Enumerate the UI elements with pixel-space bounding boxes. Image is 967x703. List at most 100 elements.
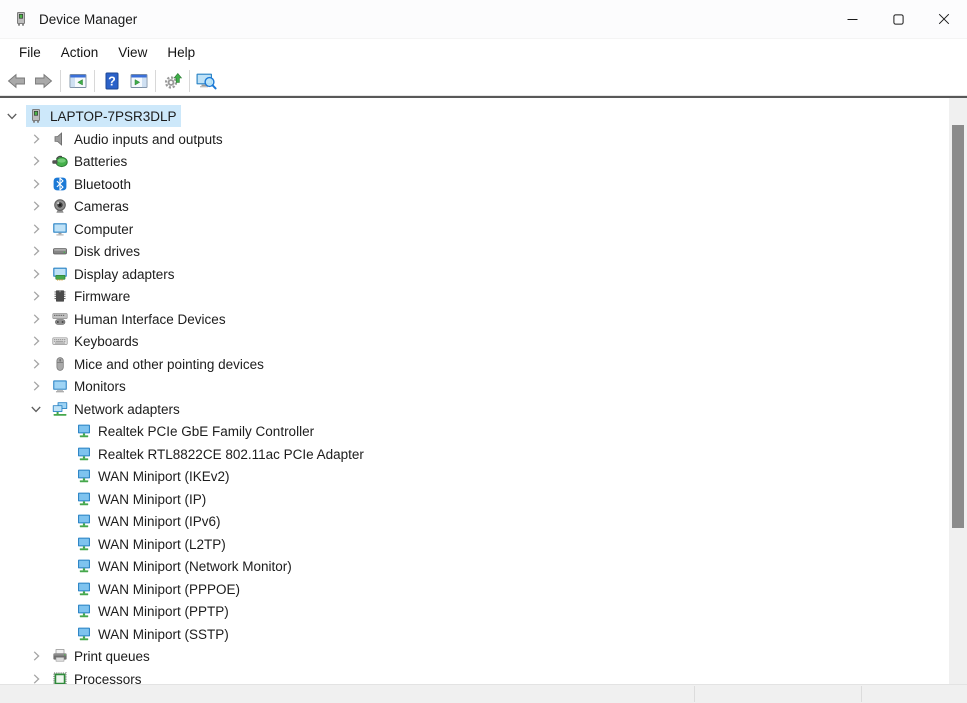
chevron-right-icon[interactable] bbox=[28, 243, 44, 259]
network-adapter-icon bbox=[76, 513, 92, 529]
tree-item-wan-miniport-network-monitor[interactable]: WAN Miniport (Network Monitor) bbox=[0, 555, 949, 578]
item-body: Realtek RTL8822CE 802.11ac PCIe Adapter bbox=[74, 443, 368, 465]
chevron-down-icon[interactable] bbox=[28, 401, 44, 417]
tree-item-label: Processors bbox=[74, 671, 142, 684]
menu-view[interactable]: View bbox=[108, 41, 157, 64]
tree-item-cameras[interactable]: Cameras bbox=[0, 195, 949, 218]
tree-item-wan-miniport-l2tp[interactable]: WAN Miniport (L2TP) bbox=[0, 533, 949, 556]
search-computer-button[interactable] bbox=[193, 68, 220, 94]
tree-item-wan-miniport-ipv6[interactable]: WAN Miniport (IPv6) bbox=[0, 510, 949, 533]
strip-divider bbox=[861, 686, 862, 702]
tree-item-firmware[interactable]: Firmware bbox=[0, 285, 949, 308]
gear-scan-icon bbox=[163, 71, 183, 91]
tree-item-human-interface-devices[interactable]: Human Interface Devices bbox=[0, 308, 949, 331]
tree-item-processors[interactable]: Processors bbox=[0, 668, 949, 685]
tree-item-label: WAN Miniport (IPv6) bbox=[98, 513, 221, 529]
tree-item-audio-inputs-and-outputs[interactable]: Audio inputs and outputs bbox=[0, 128, 949, 151]
close-button[interactable] bbox=[921, 0, 967, 38]
action-pane-window-icon bbox=[129, 71, 149, 91]
tree-item-batteries[interactable]: Batteries bbox=[0, 150, 949, 173]
svg-text:?: ? bbox=[108, 74, 116, 88]
tree-item-wan-miniport-sstp[interactable]: WAN Miniport (SSTP) bbox=[0, 623, 949, 646]
hid-icon bbox=[52, 311, 68, 327]
chevron-placeholder bbox=[52, 603, 68, 619]
network-adapter-icon bbox=[76, 446, 92, 462]
menu-help[interactable]: Help bbox=[157, 41, 205, 64]
tree-item-computer[interactable]: Computer bbox=[0, 218, 949, 241]
tree-item-wan-miniport-ip[interactable]: WAN Miniport (IP) bbox=[0, 488, 949, 511]
tree-item-display-adapters[interactable]: Display adapters bbox=[0, 263, 949, 286]
tree-item-label: Audio inputs and outputs bbox=[74, 131, 223, 147]
toolbar-separator bbox=[60, 70, 61, 92]
menu-file[interactable]: File bbox=[9, 41, 51, 64]
tree-item-wan-miniport-pptp[interactable]: WAN Miniport (PPTP) bbox=[0, 600, 949, 623]
show-action-pane-button[interactable] bbox=[125, 68, 152, 94]
item-body: WAN Miniport (L2TP) bbox=[74, 533, 230, 555]
processor-icon bbox=[52, 671, 68, 684]
tree-item-label: WAN Miniport (IP) bbox=[98, 491, 206, 507]
forward-button[interactable] bbox=[30, 68, 57, 94]
back-button[interactable] bbox=[3, 68, 30, 94]
chevron-right-icon[interactable] bbox=[28, 671, 44, 684]
tree-item-bluetooth[interactable]: Bluetooth bbox=[0, 173, 949, 196]
network-adapter-icon bbox=[76, 468, 92, 484]
tree-item-label: Print queues bbox=[74, 648, 150, 664]
item-body: WAN Miniport (IKEv2) bbox=[74, 465, 234, 487]
selected-item-highlight: LAPTOP-7PSR3DLP bbox=[26, 105, 181, 127]
chevron-right-icon[interactable] bbox=[28, 221, 44, 237]
tree-item-disk-drives[interactable]: Disk drives bbox=[0, 240, 949, 263]
tree-item-laptop-7psr3dlp[interactable]: LAPTOP-7PSR3DLP bbox=[0, 105, 949, 128]
bottom-strip bbox=[0, 684, 967, 703]
chevron-right-icon[interactable] bbox=[28, 288, 44, 304]
menu-action[interactable]: Action bbox=[51, 41, 109, 64]
show-console-tree-button[interactable] bbox=[64, 68, 91, 94]
mouse-icon bbox=[52, 356, 68, 372]
item-body: Batteries bbox=[50, 150, 131, 172]
scan-for-hardware-changes-button[interactable] bbox=[159, 68, 186, 94]
tree-item-mice-and-other-pointing-devices[interactable]: Mice and other pointing devices bbox=[0, 353, 949, 376]
vertical-scrollbar[interactable] bbox=[949, 98, 967, 684]
item-body: WAN Miniport (Network Monitor) bbox=[74, 555, 296, 577]
chevron-right-icon[interactable] bbox=[28, 311, 44, 327]
item-body: Cameras bbox=[50, 195, 133, 217]
chevron-placeholder bbox=[52, 491, 68, 507]
chevron-right-icon[interactable] bbox=[28, 378, 44, 394]
tree-item-wan-miniport-pppoe[interactable]: WAN Miniport (PPPOE) bbox=[0, 578, 949, 601]
network-adapter-icon bbox=[76, 626, 92, 642]
tree-item-print-queues[interactable]: Print queues bbox=[0, 645, 949, 668]
item-body: Disk drives bbox=[50, 240, 144, 262]
toolbar-separator bbox=[94, 70, 95, 92]
minimize-button[interactable] bbox=[829, 0, 875, 38]
chevron-right-icon[interactable] bbox=[28, 648, 44, 664]
item-body: Display adapters bbox=[50, 263, 179, 285]
tree-item-realtek-rtl8822ce-802-11ac-pcie-adapter[interactable]: Realtek RTL8822CE 802.11ac PCIe Adapter bbox=[0, 443, 949, 466]
tree-item-realtek-pcie-gbe-family-controller[interactable]: Realtek PCIe GbE Family Controller bbox=[0, 420, 949, 443]
tree-item-label: WAN Miniport (PPPOE) bbox=[98, 581, 240, 597]
chevron-right-icon[interactable] bbox=[28, 333, 44, 349]
tree-item-monitors[interactable]: Monitors bbox=[0, 375, 949, 398]
chevron-placeholder bbox=[52, 423, 68, 439]
speaker-icon bbox=[52, 131, 68, 147]
tree-item-wan-miniport-ikev2[interactable]: WAN Miniport (IKEv2) bbox=[0, 465, 949, 488]
maximize-button[interactable] bbox=[875, 0, 921, 38]
chevron-right-icon[interactable] bbox=[28, 198, 44, 214]
item-body: WAN Miniport (IPv6) bbox=[74, 510, 225, 532]
network-adapters-icon bbox=[52, 401, 68, 417]
tree-item-keyboards[interactable]: Keyboards bbox=[0, 330, 949, 353]
chevron-right-icon[interactable] bbox=[28, 176, 44, 192]
chevron-right-icon[interactable] bbox=[28, 153, 44, 169]
device-manager-icon bbox=[13, 11, 29, 27]
help-button[interactable]: ? bbox=[98, 68, 125, 94]
chevron-placeholder bbox=[52, 468, 68, 484]
scrollbar-thumb[interactable] bbox=[952, 125, 964, 528]
chevron-right-icon[interactable] bbox=[28, 131, 44, 147]
chevron-right-icon[interactable] bbox=[28, 266, 44, 282]
computer-icon bbox=[52, 221, 68, 237]
chevron-right-icon[interactable] bbox=[28, 356, 44, 372]
network-adapter-icon bbox=[76, 491, 92, 507]
strip-divider bbox=[694, 686, 695, 702]
item-body: Network adapters bbox=[50, 398, 184, 420]
tree-item-network-adapters[interactable]: Network adapters bbox=[0, 398, 949, 421]
close-icon bbox=[938, 13, 950, 25]
chevron-down-icon[interactable] bbox=[4, 108, 20, 124]
